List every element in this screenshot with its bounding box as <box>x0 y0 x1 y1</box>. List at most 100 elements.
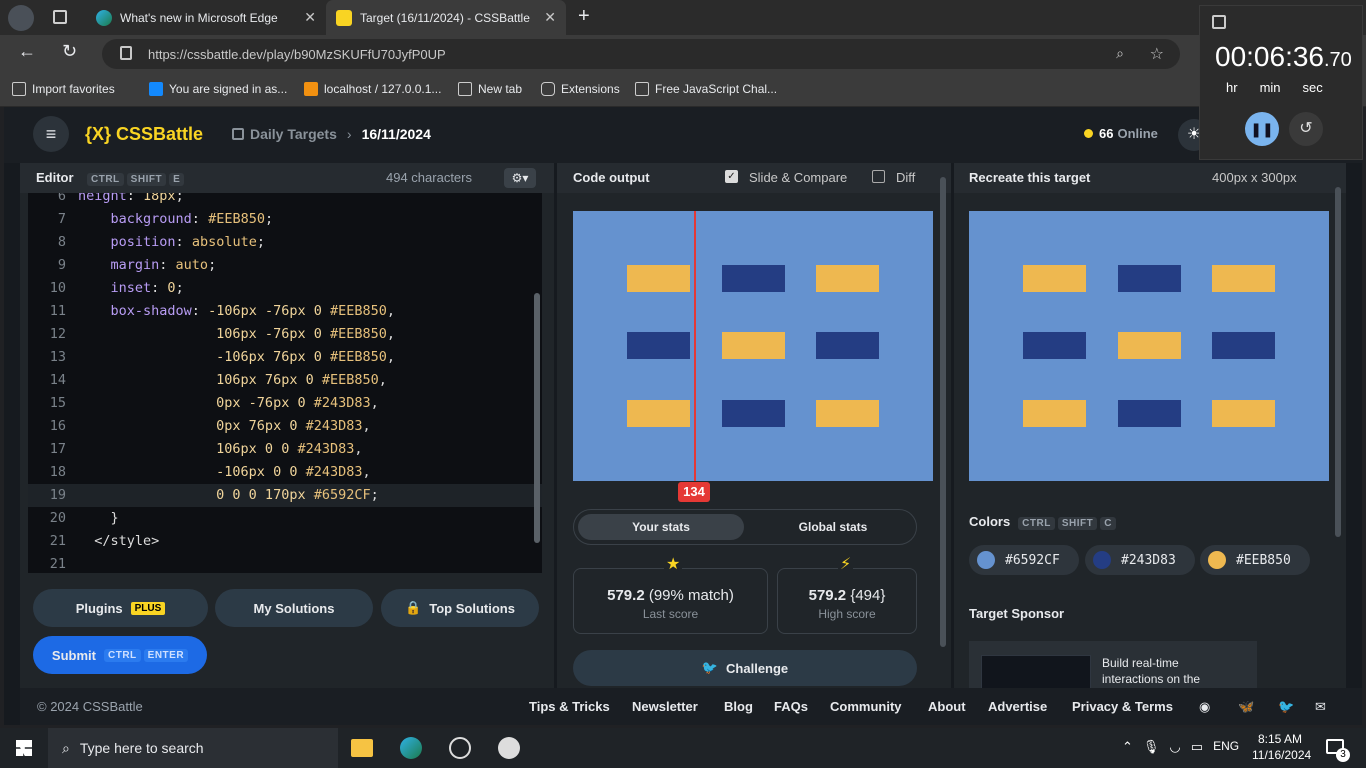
favorite-star-icon[interactable]: ☆ <box>1150 44 1164 64</box>
editor-scrollbar[interactable] <box>534 293 540 543</box>
twitter-icon[interactable]: 🐦 <box>1278 699 1294 715</box>
edge-taskbar-icon[interactable] <box>400 737 422 759</box>
tab-actions-icon[interactable] <box>53 10 67 24</box>
preview-rect <box>722 332 785 359</box>
code-line: 20 } <box>49 510 119 526</box>
target-scrollbar[interactable] <box>1335 187 1341 537</box>
favorite-import[interactable]: Import favorites <box>12 82 115 96</box>
character-count: 494 characters <box>386 170 472 185</box>
preview-rect <box>816 265 879 292</box>
submit-button[interactable]: Submit CTRL ENTER <box>33 636 207 674</box>
back-icon[interactable]: ← <box>18 41 36 62</box>
footer-link-blog[interactable]: Blog <box>724 699 753 714</box>
taskbar-clock[interactable]: 8:15 AM 11/16/2024 <box>1252 731 1311 763</box>
lock-icon: 🔒 <box>405 600 422 615</box>
global-stats-tab[interactable]: Global stats <box>750 514 916 540</box>
slide-compare-checkbox[interactable]: ✓ <box>725 170 738 183</box>
close-icon[interactable]: ✕ <box>304 9 316 26</box>
footer-link-newsletter[interactable]: Newsletter <box>632 699 698 714</box>
lock-icon[interactable] <box>120 46 132 60</box>
code-editor[interactable]: 6 height: 18px; 7 background: #EEB850; 8 … <box>28 193 542 573</box>
tab-whats-new[interactable]: What's new in Microsoft Edge ✕ <box>86 0 326 35</box>
network-icon[interactable]: ◡ <box>1169 739 1180 755</box>
import-icon <box>12 82 26 96</box>
target-image[interactable] <box>969 211 1329 481</box>
expand-icon[interactable] <box>1212 15 1226 29</box>
footer-link-advertise[interactable]: Advertise <box>988 699 1047 714</box>
battery-icon[interactable]: ▭ <box>1191 739 1203 755</box>
target-rect <box>1118 332 1181 359</box>
stats-toggle: Your stats Global stats <box>573 509 917 545</box>
color-chip[interactable]: #6592CF <box>969 545 1079 575</box>
address-bar[interactable]: https://cssbattle.dev/play/b90MzSKUFfU70… <box>102 39 1180 69</box>
high-score-label: High score <box>818 607 876 621</box>
footer-link-privacy[interactable]: Privacy & Terms <box>1072 699 1173 714</box>
favorite-localhost[interactable]: localhost / 127.0.0.1... <box>304 82 441 96</box>
footer-link-community[interactable]: Community <box>830 699 902 714</box>
bluesky-icon[interactable]: 🦋 <box>1238 699 1254 715</box>
app-taskbar-icon[interactable] <box>449 737 471 759</box>
high-score-chars: {494} <box>850 587 886 604</box>
footer-link-about[interactable]: About <box>928 699 966 714</box>
windows-taskbar: ⌕ Type here to search ⌃ 🎙 ◡ ▭ ENG 8:15 AM… <box>0 728 1366 768</box>
preview-rect <box>816 400 879 427</box>
close-icon[interactable]: ✕ <box>544 9 556 26</box>
tab-cssbattle[interactable]: Target (16/11/2024) - CSSBattle ✕ <box>326 0 566 35</box>
color-swatch-icon <box>977 551 995 569</box>
chevron-up-icon[interactable]: ⌃ <box>1122 739 1133 755</box>
language-indicator[interactable]: ENG <box>1213 739 1239 755</box>
favorite-new-tab[interactable]: New tab <box>458 82 522 96</box>
editor-settings-button[interactable]: ⚙▾ <box>504 168 536 188</box>
chevron-right-icon: › <box>346 126 352 142</box>
top-solutions-button[interactable]: 🔒 Top Solutions <box>381 589 539 627</box>
last-score-value: 579.2 <box>607 587 645 604</box>
code-line: 7 background: #EEB850; <box>57 211 274 227</box>
code-line: 10 inset: 0; <box>49 280 184 296</box>
output-scrollbar[interactable] <box>940 177 946 647</box>
online-indicator: 66 Online <box>1084 126 1158 141</box>
start-icon[interactable] <box>16 740 32 756</box>
search-icon: ⌕ <box>62 739 70 756</box>
editor-shortcut: CTRL SHIFT E <box>84 170 185 186</box>
plugins-button[interactable]: Plugins PLUS <box>33 589 208 627</box>
microphone-icon[interactable]: 🎙 <box>1143 739 1160 755</box>
output-preview[interactable] <box>573 211 933 481</box>
pause-button[interactable]: ❚❚ <box>1245 112 1279 146</box>
footer-link-tips[interactable]: Tips & Tricks <box>529 699 610 714</box>
color-swatch-icon <box>1208 551 1226 569</box>
favorite-signed-in[interactable]: You are signed in as... <box>149 82 287 96</box>
target-rect <box>1212 400 1275 427</box>
last-score-card: ★ 579.2 (99% match) Last score <box>573 554 768 634</box>
favorite-javascript[interactable]: Free JavaScript Chal... <box>635 82 777 96</box>
edge-icon <box>96 9 112 26</box>
diff-checkbox[interactable] <box>872 170 885 183</box>
favorite-extensions[interactable]: Extensions <box>541 82 620 96</box>
clock-taskbar-icon[interactable] <box>498 737 520 759</box>
menu-button[interactable]: ≡ <box>33 116 69 152</box>
footer-link-faqs[interactable]: FAQs <box>774 699 808 714</box>
profile-avatar[interactable] <box>8 5 34 31</box>
color-chip[interactable]: #243D83 <box>1085 545 1195 575</box>
last-score-label: Last score <box>642 607 699 621</box>
challenge-button[interactable]: 🐦 Challenge <box>573 650 917 686</box>
refresh-icon[interactable]: ↻ <box>62 41 77 62</box>
logo[interactable]: {X} CSSBattle <box>85 124 203 145</box>
your-stats-tab[interactable]: Your stats <box>578 514 744 540</box>
file-explorer-icon[interactable] <box>351 739 373 757</box>
code-line: 21 </style> <box>49 533 160 549</box>
new-tab-icon[interactable]: + <box>578 5 590 28</box>
online-label: Online <box>1117 126 1158 141</box>
discord-icon[interactable]: ◉ <box>1199 699 1210 715</box>
zoom-icon[interactable]: ⌕ <box>1116 45 1124 62</box>
sponsor-card[interactable]: Build real-time interactions on the <box>969 641 1257 688</box>
system-tray: ⌃ 🎙 ◡ ▭ ENG <box>1122 739 1239 755</box>
mail-icon[interactable]: ✉ <box>1315 699 1326 715</box>
reset-button[interactable]: ↺ <box>1289 112 1323 146</box>
cssbattle-page: ≡ {X} CSSBattle Daily Targets › 16/11/20… <box>4 107 1362 725</box>
breadcrumb-daily-targets[interactable]: Daily Targets <box>250 126 337 142</box>
taskbar-search[interactable]: ⌕ Type here to search <box>48 728 338 768</box>
high-score-card: ⚡ 579.2 {494} High score <box>777 554 917 634</box>
compare-slider-line[interactable] <box>694 211 696 481</box>
color-chip[interactable]: #EEB850 <box>1200 545 1310 575</box>
my-solutions-button[interactable]: My Solutions <box>215 589 373 627</box>
